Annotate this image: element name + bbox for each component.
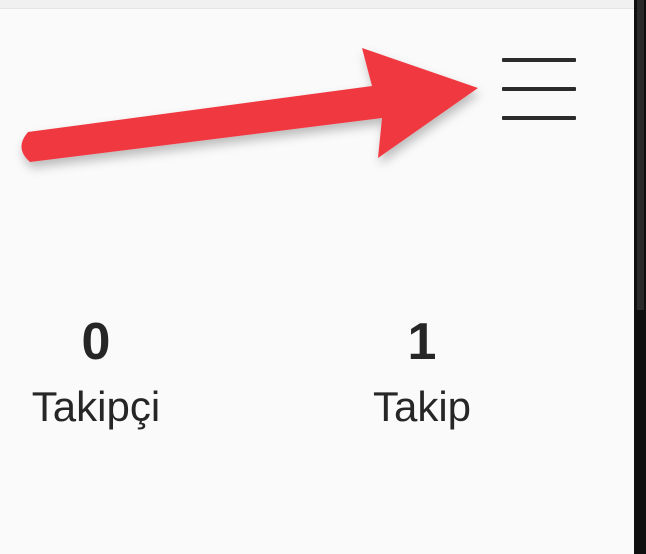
hamburger-menu-button[interactable] — [490, 46, 590, 136]
followers-stat[interactable]: 0 Takipçi — [0, 312, 206, 432]
following-count: 1 — [407, 313, 437, 371]
window-edge-panel — [637, 0, 644, 310]
window-edge — [634, 0, 646, 554]
followers-count: 0 — [81, 313, 111, 371]
following-label: Takip — [372, 383, 472, 430]
profile-screen: 0 Takipçi 1 Takip — [0, 0, 634, 554]
followers-label: Takipçi — [31, 383, 161, 430]
following-stat[interactable]: 1 Takip — [312, 312, 532, 432]
top-edge — [0, 0, 634, 9]
